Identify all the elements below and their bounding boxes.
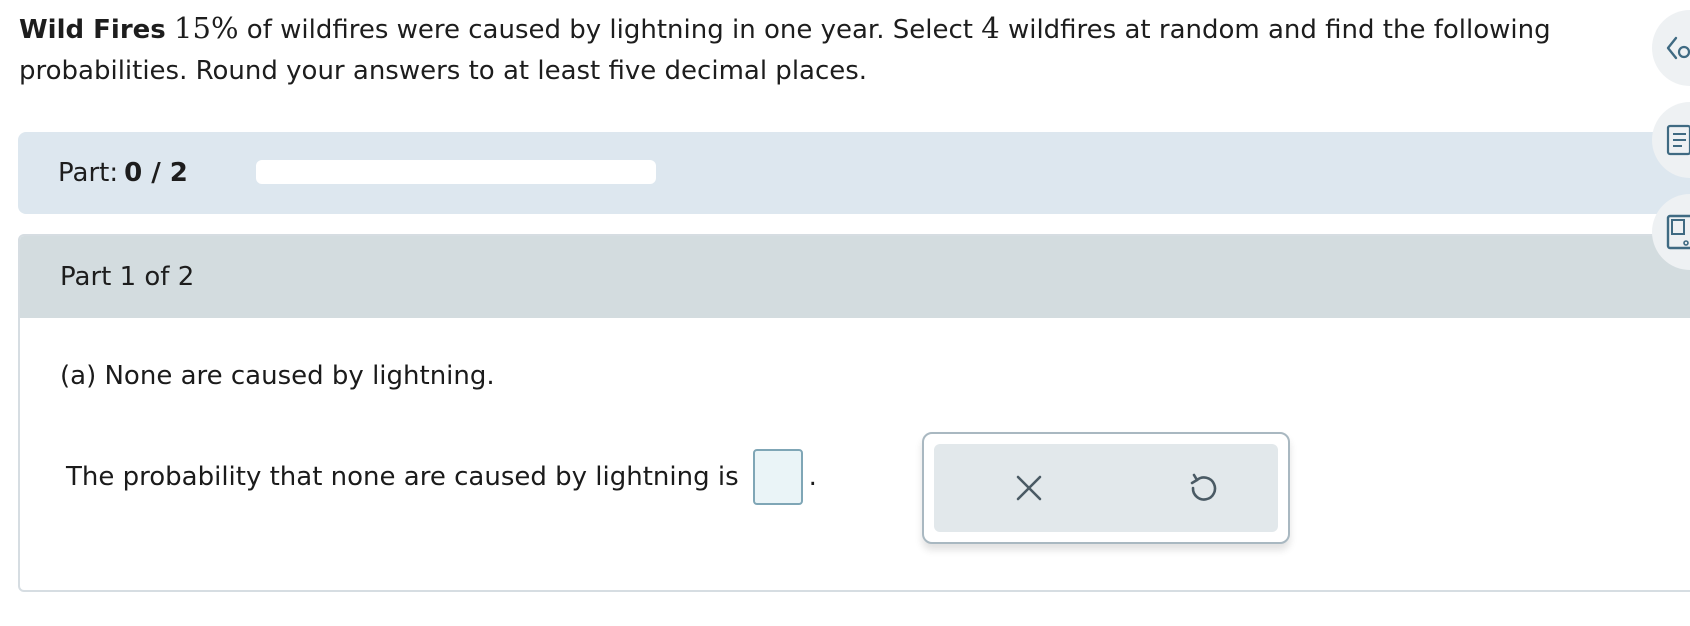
calculator-icon [1666,214,1690,250]
eraser-icon [1666,36,1690,60]
notes-icon [1666,124,1690,156]
part-header: Part 1 of 2 [20,236,1690,318]
answer-prefix: The probability that none are caused by … [66,462,739,492]
count-value: 4 [981,11,1000,45]
answer-input[interactable] [752,449,803,505]
progress-label-text: Part: [58,158,119,188]
percent-value: 15% [174,11,239,45]
x-icon [1016,475,1042,501]
progress-label: Part: 0 / 2 [58,156,188,190]
problem-text-a: of wildfires were caused by lightning in… [238,15,982,45]
part-header-label: Part 1 of 2 [60,262,195,292]
problem-title: Wild Fires [19,15,166,45]
problem-statement: Wild Fires 15% of wildfires were caused … [19,8,1669,92]
answer-tools-inner [934,444,1278,532]
undo-icon [1190,473,1217,501]
clear-button[interactable] [1007,466,1051,510]
progress-track [256,160,656,184]
part-card: Part 1 of 2 (a) None are caused by light… [18,234,1690,592]
progress-count: 0 / 2 [124,158,188,188]
page: Wild Fires 15% of wildfires were caused … [0,0,1690,626]
question-text: (a) None are caused by lightning. [60,361,495,391]
answer-suffix: . [808,462,817,492]
answer-tools-panel [922,432,1290,544]
undo-button[interactable] [1180,466,1224,510]
answer-line: The probability that none are caused by … [66,449,817,505]
progress-bar: Part: 0 / 2 [18,132,1690,214]
